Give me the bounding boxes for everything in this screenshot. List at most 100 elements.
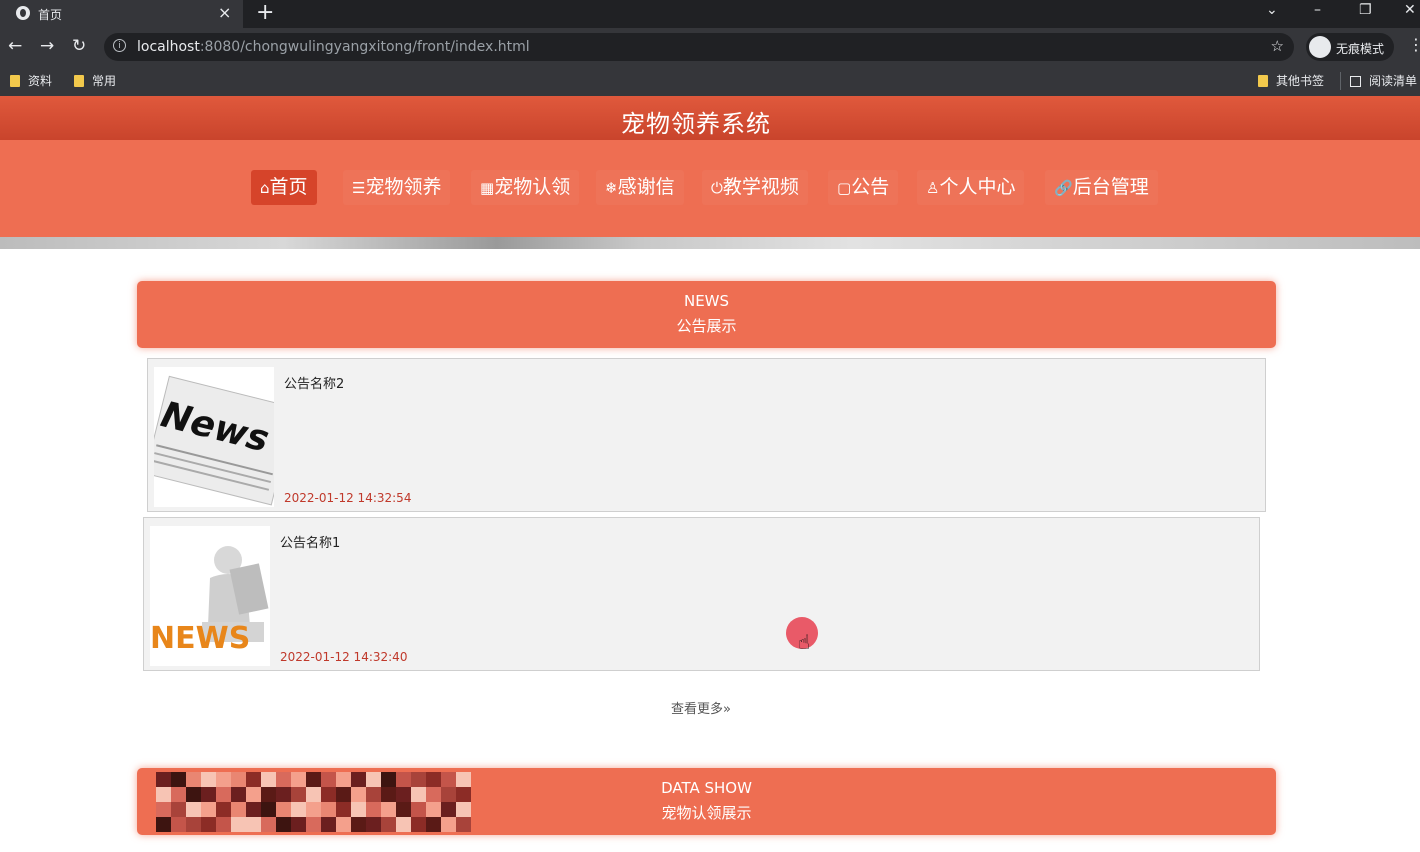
bookmark-star-icon[interactable]: ☆ — [1271, 37, 1284, 55]
mosaic-cell — [186, 817, 201, 832]
news-card[interactable]: News 公告名称2 2022-01-12 14:32:54 — [147, 358, 1266, 512]
reading-list-icon — [1350, 76, 1361, 87]
mosaic-cell — [306, 772, 321, 787]
mosaic-cell — [321, 802, 336, 817]
reload-icon[interactable]: ↻ — [72, 36, 86, 56]
snowflake-icon: ❄ — [605, 179, 618, 197]
mosaic-cell — [291, 787, 306, 802]
nav-item-admin[interactable]: 🔗后台管理 — [1045, 170, 1158, 205]
mosaic-cell — [276, 787, 291, 802]
mosaic-cell — [336, 787, 351, 802]
mosaic-cell — [381, 772, 396, 787]
site-info-icon[interactable]: i — [113, 39, 126, 52]
bookmark-folder[interactable]: 资料 — [10, 72, 52, 89]
tab-title: 首页 — [38, 8, 63, 22]
url-text[interactable]: localhost:8080/chongwulingyangxitong/fro… — [137, 39, 530, 55]
nav-item-claim[interactable]: ▦宠物认领 — [471, 170, 580, 205]
incognito-badge[interactable]: 无痕模式 — [1306, 33, 1394, 61]
news-thumbnail[interactable]: News — [154, 367, 274, 507]
hand-cursor-icon: ☝ — [798, 630, 811, 654]
tab-close-icon[interactable]: × — [218, 3, 231, 22]
browser-toolbar: ← → ↻ i localhost:8080/chongwulingyangxi… — [0, 28, 1420, 66]
mosaic-cell — [201, 802, 216, 817]
news-title[interactable]: 公告名称1 — [280, 532, 340, 551]
minimize-icon[interactable]: – — [1314, 2, 1321, 18]
mosaic-cell — [201, 787, 216, 802]
nav-item-adopt[interactable]: ☰宠物领养 — [343, 170, 451, 205]
back-icon[interactable]: ← — [8, 36, 22, 56]
mosaic-cell — [201, 772, 216, 787]
mosaic-cell — [441, 817, 456, 832]
browser-tab[interactable]: 首页 × — [0, 0, 243, 28]
window-close-icon[interactable]: ✕ — [1404, 2, 1416, 18]
mosaic-cell — [306, 817, 321, 832]
mosaic-cell — [231, 787, 246, 802]
mosaic-cell — [186, 802, 201, 817]
mosaic-cell — [291, 817, 306, 832]
nav-item-thanks-letter[interactable]: ❄感谢信 — [596, 170, 684, 205]
mosaic-cell — [396, 802, 411, 817]
mosaic-cell — [171, 787, 186, 802]
mosaic-cell — [336, 772, 351, 787]
bookmark-folder[interactable]: 常用 — [74, 72, 116, 89]
news-time: 2022-01-12 14:32:54 — [284, 491, 412, 505]
new-tab-button[interactable]: + — [256, 0, 274, 26]
news-card[interactable]: NEWS 公告名称1 2022-01-12 14:32:40 — [143, 517, 1260, 671]
nav-item-videos[interactable]: ⏻教学视频 — [702, 170, 808, 205]
svg-text:NEWS: NEWS — [150, 621, 250, 656]
other-bookmarks[interactable]: 其他书签 — [1258, 72, 1324, 89]
mosaic-cell — [441, 772, 456, 787]
section-title-en: NEWS — [683, 292, 730, 310]
mosaic-cell — [351, 802, 366, 817]
mosaic-cell — [396, 772, 411, 787]
mosaic-cell — [171, 772, 186, 787]
browser-menu-icon[interactable]: ⋮ — [1408, 35, 1420, 54]
mosaic-cell — [276, 772, 291, 787]
mosaic-cell — [216, 802, 231, 817]
mosaic-cell — [156, 817, 171, 832]
view-more-link[interactable]: 查看更多» — [671, 698, 731, 717]
square-icon: ▢ — [837, 179, 852, 197]
section-title-cn: 公告展示 — [676, 317, 737, 335]
mosaic-cell — [441, 787, 456, 802]
newspaper-image: News — [154, 367, 274, 507]
mosaic-cell — [186, 772, 201, 787]
address-bar[interactable]: i localhost:8080/chongwulingyangxitong/f… — [104, 33, 1294, 61]
nav-item-notices[interactable]: ▢公告 — [828, 170, 899, 205]
news-title[interactable]: 公告名称2 — [284, 373, 344, 392]
link-icon: 🔗 — [1054, 179, 1073, 197]
mosaic-cell — [411, 772, 426, 787]
mosaic-cell — [411, 817, 426, 832]
nav-item-home[interactable]: ⌂首页 — [251, 170, 317, 205]
mosaic-cell — [261, 787, 276, 802]
mosaic-cell — [216, 817, 231, 832]
restore-icon[interactable]: ❐ — [1359, 2, 1372, 18]
mosaic-cell — [336, 802, 351, 817]
mosaic-cell — [321, 787, 336, 802]
grid-icon: ▦ — [480, 179, 495, 197]
mosaic-cell — [186, 787, 201, 802]
browser-tab-strip: 首页 × + ⌄ – ❐ ✕ — [0, 0, 1420, 28]
mosaic-cell — [171, 802, 186, 817]
news-thumbnail[interactable]: NEWS — [150, 526, 270, 666]
reading-list[interactable]: 阅读清单 — [1350, 72, 1417, 89]
power-icon: ⏻ — [711, 179, 723, 197]
nav-item-profile[interactable]: ♙个人中心 — [917, 170, 1025, 205]
pixelated-image — [156, 772, 471, 832]
mosaic-cell — [456, 772, 471, 787]
mosaic-cell — [291, 802, 306, 817]
mosaic-cell — [276, 802, 291, 817]
forward-icon[interactable]: → — [40, 36, 54, 56]
mosaic-cell — [231, 817, 246, 832]
bookmarks-bar: 资料 常用 其他书签 阅读清单 — [0, 66, 1420, 96]
mosaic-cell — [411, 787, 426, 802]
news-figure-image: NEWS — [150, 526, 270, 666]
mosaic-cell — [426, 817, 441, 832]
mosaic-cell — [366, 802, 381, 817]
mosaic-cell — [381, 817, 396, 832]
mosaic-cell — [156, 802, 171, 817]
tab-search-icon[interactable]: ⌄ — [1266, 2, 1278, 18]
mosaic-cell — [246, 787, 261, 802]
mosaic-cell — [156, 787, 171, 802]
mosaic-cell — [426, 772, 441, 787]
